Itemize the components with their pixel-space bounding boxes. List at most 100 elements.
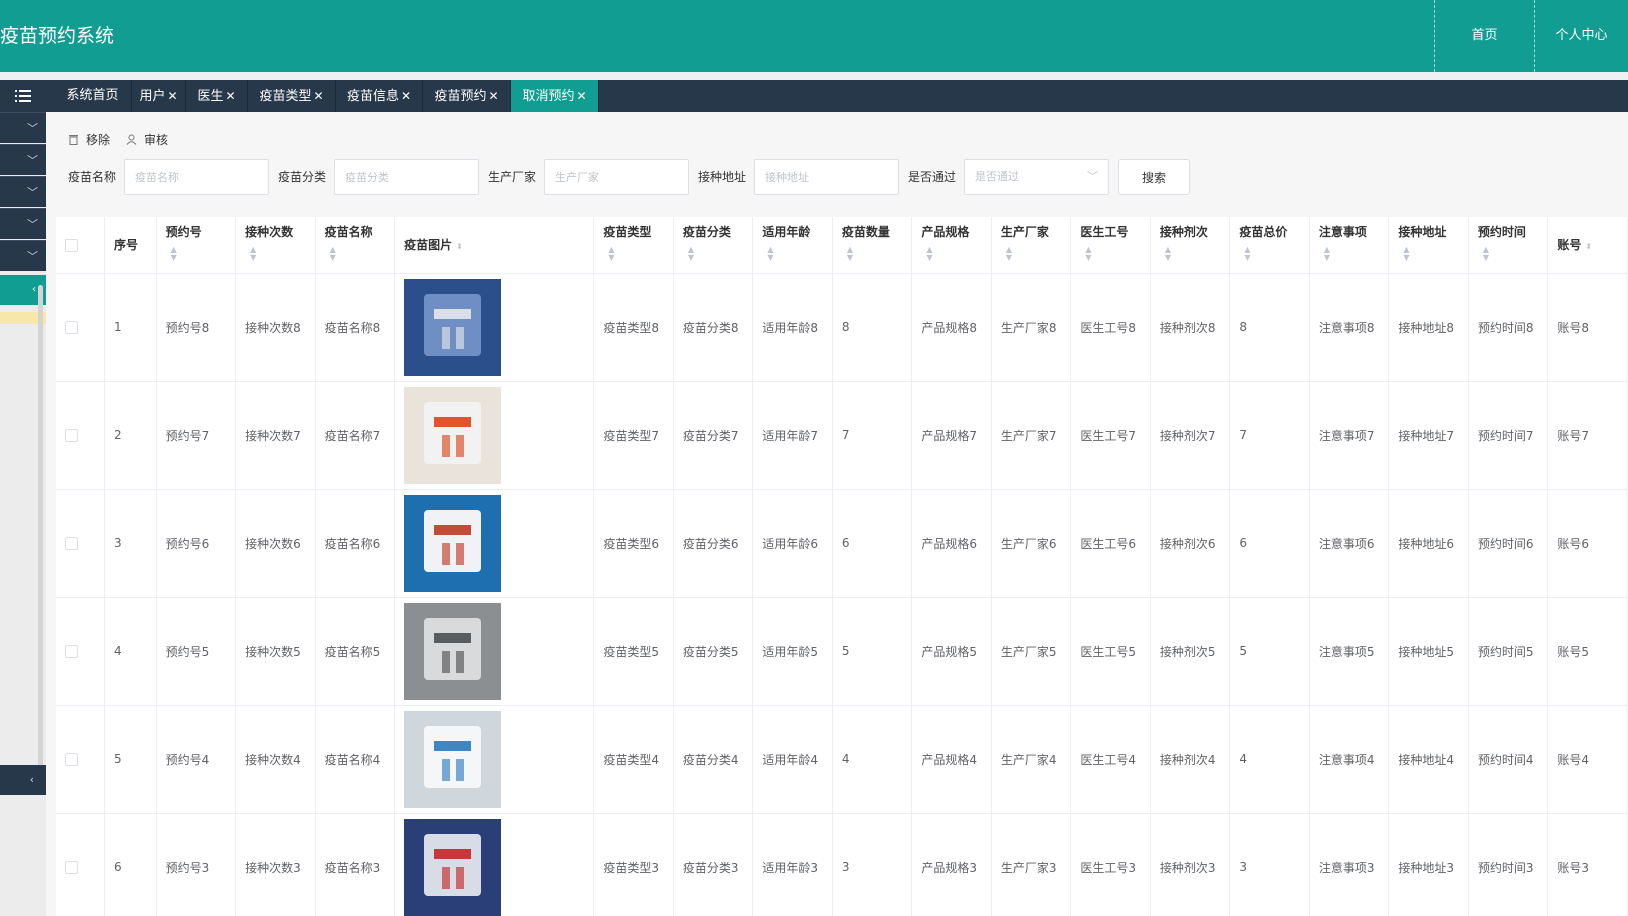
sort-icon[interactable]: ▲ ▼ [1165,246,1229,262]
sort-icon[interactable]: ▲ ▼ [171,246,235,262]
vaccine-image[interactable] [404,386,502,484]
col-header-total-price[interactable]: 疫苗总价 ▲ ▼ [1229,217,1310,274]
table-row[interactable]: 3 预约号6 接种次数6 疫苗名称6 疫苗类型6 疫苗分类6 适用年龄6 6 产品规格6 生产厂家… [56,489,1628,598]
close-icon[interactable]: ✕ [313,89,323,103]
sidebar-menu-3[interactable]: ﹀ [0,176,46,207]
sidebar-menu-1[interactable]: ﹀ [0,112,46,143]
row-checkbox[interactable] [65,537,78,550]
vaccine-name-input[interactable] [124,159,269,195]
vaccine-image[interactable] [404,494,502,592]
col-header-dose-count[interactable]: 接种次数 ▲ ▼ [235,217,316,274]
row-checkbox[interactable] [65,321,78,334]
col-header-notes[interactable]: 注意事项 ▲ ▼ [1309,217,1390,274]
table-row[interactable]: 1 预约号8 接种次数8 疫苗名称8 疫苗类型8 疫苗分类8 适用年龄8 8 产品规格8 生产厂家… [56,273,1628,382]
table-cell: 接种剂次6 [1150,489,1231,598]
sort-icon[interactable]: ⬍ [456,242,463,251]
table-cell: 产品规格6 [911,489,992,598]
nav-profile-link[interactable]: 个人中心 [1534,0,1628,72]
sidebar-menu-bottom[interactable]: ‹ [0,765,46,795]
address-input[interactable] [754,159,899,195]
table-cell: 生产厂家6 [991,489,1072,598]
col-header-spec[interactable]: 产品规格 ▲ ▼ [911,217,992,274]
vaccine-image[interactable] [404,710,502,808]
close-icon[interactable]: ✕ [225,89,235,103]
tab-vaccine-types[interactable]: 疫苗类型 ✕ [248,80,336,112]
sort-icon[interactable]: ▲ ▼ [847,246,911,262]
table-cell: 接种剂次3 [1150,813,1231,916]
sort-icon[interactable]: ▲ ▼ [1006,246,1070,262]
table-cell: 疫苗分类6 [673,489,754,598]
sort-icon[interactable]: ▲ ▼ [1483,246,1547,262]
table-cell: 预约号3 [156,813,237,916]
col-header-vaccine-type[interactable]: 疫苗类型 ▲ ▼ [593,217,674,274]
sort-icon[interactable]: ▲ ▼ [250,246,314,262]
search-button[interactable]: 搜索 [1118,159,1190,195]
sidebar-menu-4[interactable]: ﹀ [0,208,46,239]
app-title: 疫苗预约系统 [0,25,115,47]
tab-doctors[interactable]: 医生 ✕ [186,80,248,112]
col-header-dose[interactable]: 接种剂次 ▲ ▼ [1150,217,1231,274]
close-icon[interactable]: ✕ [167,89,177,103]
vaccine-category-input[interactable] [334,159,479,195]
select-all-checkbox[interactable] [65,238,78,252]
table-cell: 医生工号7 [1070,381,1151,490]
sort-icon[interactable]: ▲ ▼ [330,246,394,262]
tab-vaccine-booking[interactable]: 疫苗预约 ✕ [423,80,511,112]
col-header-vaccine-name[interactable]: 疫苗名称 ▲ ▼ [315,217,396,274]
table-row[interactable]: 2 预约号7 接种次数7 疫苗名称7 疫苗类型7 疫苗分类7 适用年龄7 7 产品规格7 生产厂家… [56,381,1628,490]
tab-home[interactable]: 系统首页 [54,80,132,112]
col-header-quantity[interactable]: 疫苗数量 ▲ ▼ [832,217,913,274]
table-row[interactable]: 5 预约号4 接种次数4 疫苗名称4 疫苗类型4 疫苗分类4 适用年龄4 4 产品规格4 生产厂家… [56,705,1628,814]
table-row[interactable]: 6 预约号3 接种次数3 疫苗名称3 疫苗类型3 疫苗分类3 适用年龄3 3 产品规格3 生产厂家… [56,813,1628,916]
sort-icon[interactable]: ⬍ [1585,242,1592,251]
tab-users[interactable]: 用户 ✕ [132,80,186,112]
col-header-manufacturer[interactable]: 生产厂家 ▲ ▼ [991,217,1072,274]
table-cell: 接种次数8 [235,273,316,382]
sort-icon[interactable]: ▲ ▼ [1085,246,1149,262]
tab-vaccine-info[interactable]: 疫苗信息 ✕ [336,80,423,112]
row-checkbox[interactable] [65,429,78,442]
table-row[interactable]: 4 预约号5 接种次数5 疫苗名称5 疫苗类型5 疫苗分类5 适用年龄5 5 产品规格5 生产厂家… [56,597,1628,706]
sidebar-menu-5[interactable]: ﹀ [0,240,46,271]
vaccine-image[interactable] [404,278,502,376]
table-cell: 预约时间5 [1468,597,1549,706]
menu-toggle-button[interactable] [0,80,46,112]
sort-icon[interactable]: ▲ ▼ [1403,246,1467,262]
row-checkbox[interactable] [65,753,78,766]
tab-cancel-booking[interactable]: 取消预约 ✕ [511,80,599,112]
sort-icon[interactable]: ▲ ▼ [767,246,831,262]
close-icon[interactable]: ✕ [401,89,411,103]
col-label: 疫苗图片 [404,238,453,253]
row-checkbox[interactable] [65,861,78,874]
row-checkbox[interactable] [65,645,78,658]
sidebar-scrollbar[interactable] [38,285,43,773]
passed-select[interactable]: 是否通过 ﹀ [964,159,1109,195]
col-header-age[interactable]: 适用年龄 ▲ ▼ [752,217,833,274]
table-cell: 生产厂家3 [991,813,1072,916]
table-cell: 疫苗类型6 [593,489,674,598]
nav-home-link[interactable]: 首页 [1434,0,1534,72]
sort-icon[interactable]: ▲ ▼ [1244,246,1308,262]
sort-icon[interactable]: ▲ ▼ [1324,246,1388,262]
sort-icon[interactable]: ▲ ▼ [926,246,990,262]
col-header-address[interactable]: 接种地址 ▲ ▼ [1388,217,1469,274]
table-cell: 注意事项8 [1309,273,1390,382]
col-header-doctor-id[interactable]: 医生工号 ▲ ▼ [1070,217,1151,274]
vaccine-image[interactable] [404,602,502,700]
sidebar-menu-2[interactable]: ﹀ [0,144,46,175]
col-header-booking-no[interactable]: 预约号 ▲ ▼ [156,217,237,274]
col-header-vaccine-image[interactable]: 疫苗图片 ⬍ [394,217,595,274]
table-cell: 预约号4 [156,705,237,814]
col-header-account[interactable]: 账号 ⬍ [1547,217,1628,274]
col-header-time[interactable]: 预约时间 ▲ ▼ [1468,217,1549,274]
close-icon[interactable]: ✕ [576,89,586,103]
close-icon[interactable]: ✕ [488,89,498,103]
review-button[interactable]: 审核 [126,130,168,150]
table-cell: 疫苗名称8 [315,273,396,382]
remove-button[interactable]: 移除 [68,130,110,150]
vaccine-image[interactable] [404,818,502,916]
sort-icon[interactable]: ▲ ▼ [608,246,672,262]
sort-icon[interactable]: ▲ ▼ [688,246,752,262]
col-header-vaccine-category[interactable]: 疫苗分类 ▲ ▼ [673,217,754,274]
manufacturer-input[interactable] [544,159,689,195]
